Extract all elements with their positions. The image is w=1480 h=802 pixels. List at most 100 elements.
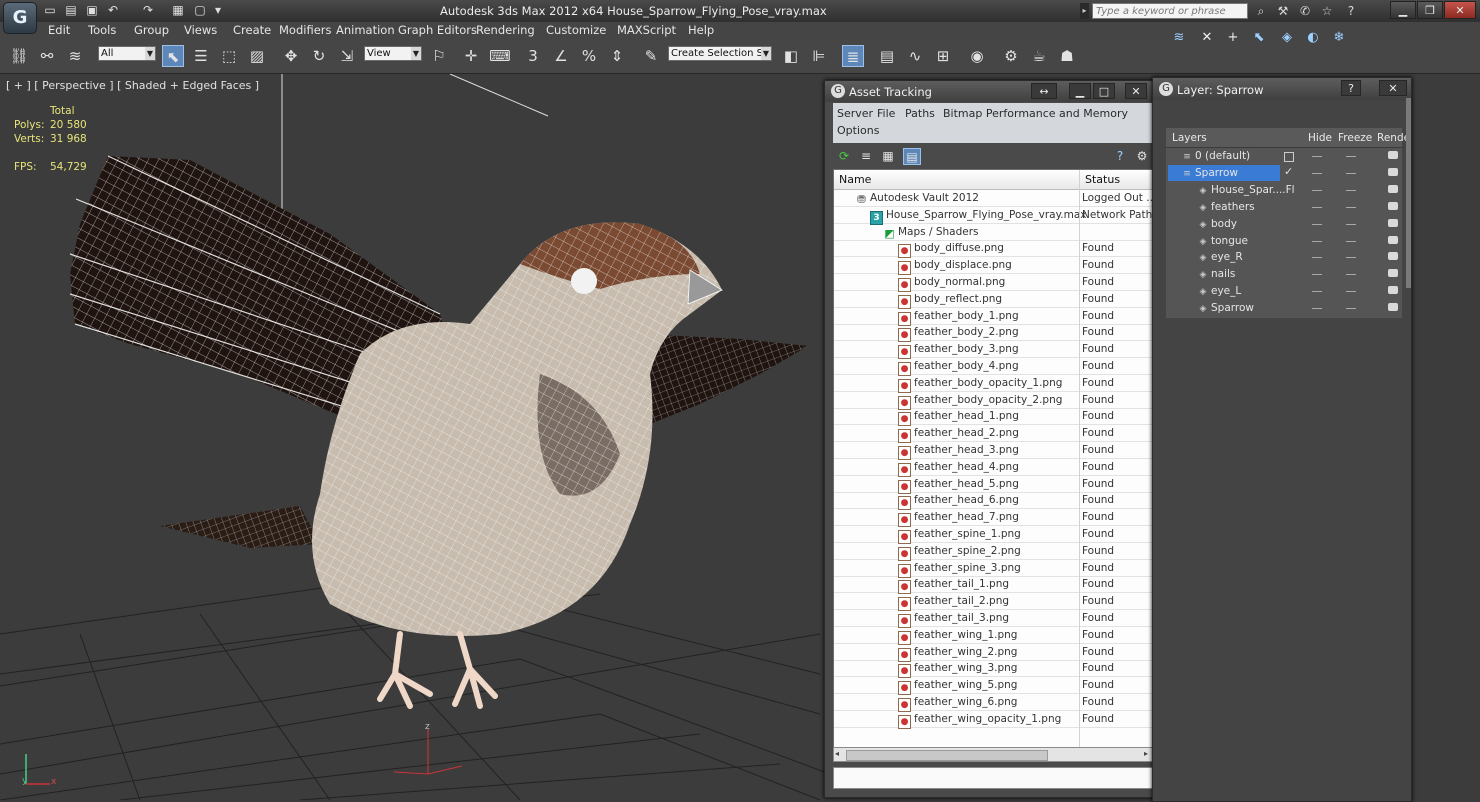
- layer-toggle-dash[interactable]: [1346, 223, 1356, 225]
- asset-row[interactable]: ● feather_wing_opacity_1.png Found: [834, 711, 1154, 729]
- viewport-label[interactable]: [ + ] [ Perspective ] [ Shaded + Edged F…: [6, 79, 259, 92]
- infocenter-collapse-icon[interactable]: ▸: [1080, 3, 1089, 19]
- snaps-toggle-icon[interactable]: 3: [522, 45, 544, 67]
- angle-snap-icon[interactable]: ∠: [550, 45, 572, 67]
- bind-to-space-warp-icon[interactable]: ≋: [64, 45, 86, 67]
- render-teapot-icon[interactable]: [1388, 286, 1398, 295]
- refresh-icon[interactable]: ⟳: [835, 148, 853, 165]
- current-layer-box-icon[interactable]: [1284, 152, 1294, 162]
- keyword-search-input[interactable]: Type a keyword or phrase: [1092, 3, 1248, 19]
- menu-modifiers[interactable]: Modifiers: [279, 23, 332, 37]
- project-folder-icon[interactable]: ▦: [170, 3, 186, 18]
- highlight-selected-icon[interactable]: ◈: [1278, 29, 1296, 47]
- asset-row[interactable]: ● feather_head_7.png Found: [834, 509, 1154, 528]
- render-teapot-icon[interactable]: [1388, 184, 1398, 193]
- asset-menu-options[interactable]: Options: [837, 124, 879, 137]
- layer-row[interactable]: ◈ body: [1166, 216, 1402, 233]
- select-and-link-icon[interactable]: ⛓: [8, 45, 30, 67]
- asset-help-icon[interactable]: ?: [1111, 148, 1129, 165]
- asset-menu-bitmap-performance[interactable]: Bitmap Performance and Memory: [943, 107, 1128, 120]
- binoculars-icon[interactable]: ⌕: [1252, 3, 1270, 19]
- asset-list-table[interactable]: Name Status ⛃ Autodesk Vault 2012 Logged O…: [833, 169, 1155, 749]
- asset-settings-icon[interactable]: ⚙: [1133, 148, 1151, 165]
- asset-row[interactable]: 3 House_Sparrow_Flying_Pose_vray.max Netwo…: [834, 207, 1154, 225]
- select-and-move-icon[interactable]: ✥: [280, 45, 302, 67]
- asset-row[interactable]: ● feather_body_3.png Found: [834, 341, 1154, 360]
- menu-views[interactable]: Views: [184, 23, 217, 37]
- graphite-modeling-icon[interactable]: ▤: [876, 45, 898, 67]
- thumbnail-view-icon[interactable]: ▦: [879, 148, 897, 165]
- subscription-icon[interactable]: ⚒: [1274, 3, 1292, 19]
- layer-toggle-dash[interactable]: [1312, 291, 1322, 293]
- layer-help-button[interactable]: ?: [1341, 80, 1361, 96]
- communication-center-icon[interactable]: ✆: [1296, 3, 1314, 19]
- asset-row[interactable]: ● feather_head_2.png Found: [834, 425, 1154, 444]
- column-header-freeze[interactable]: Freeze: [1338, 132, 1372, 144]
- render-teapot-icon[interactable]: [1388, 201, 1398, 210]
- layer-toggle-dash[interactable]: [1312, 223, 1322, 225]
- asset-row[interactable]: ● feather_wing_3.png Found: [834, 660, 1154, 679]
- list-view-icon[interactable]: ≡: [857, 148, 875, 165]
- delete-layer-icon[interactable]: ✕: [1198, 29, 1216, 47]
- curve-editor-icon[interactable]: ∿: [904, 45, 926, 67]
- layer-toggle-dash[interactable]: [1312, 274, 1322, 276]
- quick-access-dropdown-icon[interactable]: ▾: [210, 3, 226, 18]
- scroll-left-icon[interactable]: ◂: [835, 749, 839, 758]
- menu-edit[interactable]: Edit: [48, 23, 70, 37]
- mirror-icon[interactable]: ◧: [780, 45, 802, 67]
- asset-menu-server[interactable]: Server: [837, 107, 873, 120]
- window-crossing-icon[interactable]: ▨: [246, 45, 268, 67]
- named-selection-sets-dropdown[interactable]: Create Selection Se ▼: [668, 46, 772, 61]
- asset-row[interactable]: ● feather_body_4.png Found: [834, 358, 1154, 376]
- asset-row[interactable]: ● feather_spine_1.png Found: [834, 526, 1154, 544]
- layer-row[interactable]: ◈ tongue: [1166, 233, 1402, 250]
- asset-row[interactable]: ● feather_head_5.png Found: [834, 476, 1154, 494]
- table-view-icon[interactable]: ▤: [903, 148, 921, 165]
- selection-filter-dropdown[interactable]: All ▼: [98, 46, 156, 61]
- asset-row[interactable]: ● feather_body_2.png Found: [834, 324, 1154, 343]
- menu-help[interactable]: Help: [688, 23, 714, 37]
- layer-row[interactable]: ◈ House_Spar....Fl: [1166, 182, 1402, 199]
- asset-row[interactable]: ◩ Maps / Shaders: [834, 224, 1154, 241]
- asset-path-field[interactable]: [833, 767, 1153, 789]
- current-layer-check-icon[interactable]: ✓: [1284, 165, 1293, 178]
- spinner-snap-icon[interactable]: ⇕: [606, 45, 628, 67]
- scroll-right-icon[interactable]: ▸: [1144, 749, 1148, 758]
- layer-toggle-dash[interactable]: [1312, 172, 1322, 174]
- schematic-view-icon[interactable]: ⊞: [932, 45, 954, 67]
- asset-menu-paths[interactable]: Paths: [905, 107, 935, 120]
- layer-toggle-dash[interactable]: [1346, 240, 1356, 242]
- render-teapot-icon[interactable]: [1388, 167, 1398, 176]
- asset-row[interactable]: ● feather_wing_5.png Found: [834, 677, 1154, 696]
- render-teapot-icon[interactable]: [1388, 303, 1398, 312]
- asset-row[interactable]: ● feather_tail_1.png Found: [834, 576, 1154, 595]
- app-logo-button[interactable]: G: [3, 2, 37, 34]
- layer-toggle-dash[interactable]: [1346, 172, 1356, 174]
- asset-row[interactable]: ● feather_body_1.png Found: [834, 308, 1154, 326]
- layer-toggle-dash[interactable]: [1312, 156, 1322, 157]
- render-teapot-icon[interactable]: [1388, 269, 1398, 278]
- menu-create[interactable]: Create: [233, 23, 271, 37]
- layer-row[interactable]: ◈ eye_L: [1166, 283, 1402, 300]
- asset-row[interactable]: ● feather_head_6.png Found: [834, 492, 1154, 511]
- undo-icon[interactable]: ↶: [105, 3, 121, 18]
- select-and-rotate-icon[interactable]: ↻: [308, 45, 330, 67]
- open-file-icon[interactable]: ▤: [63, 3, 79, 18]
- select-by-name-icon[interactable]: ☰: [190, 45, 212, 67]
- asset-maximize-button[interactable]: □: [1093, 83, 1115, 99]
- asset-row[interactable]: ● feather_head_3.png Found: [834, 442, 1154, 460]
- render-setup-icon[interactable]: ⚙: [1000, 45, 1022, 67]
- column-header-status[interactable]: Status: [1079, 170, 1154, 190]
- select-object-icon[interactable]: ⬉: [162, 45, 184, 67]
- material-editor-icon[interactable]: ◉: [966, 45, 988, 67]
- minimize-button[interactable]: ▁: [1390, 1, 1416, 19]
- menu-graph-editors[interactable]: Graph Editors: [398, 23, 477, 37]
- menu-animation[interactable]: Animation: [336, 23, 395, 37]
- asset-row[interactable]: ● feather_head_4.png Found: [834, 459, 1154, 477]
- layer-row[interactable]: ◈ feathers: [1166, 199, 1402, 216]
- layer-toggle-dash[interactable]: [1312, 189, 1322, 191]
- asset-row[interactable]: ● feather_wing_1.png Found: [834, 627, 1154, 645]
- restore-button[interactable]: ❐: [1417, 1, 1443, 19]
- layer-vertical-scrollbar[interactable]: [1406, 98, 1411, 288]
- asset-row[interactable]: ● feather_head_1.png Found: [834, 408, 1154, 427]
